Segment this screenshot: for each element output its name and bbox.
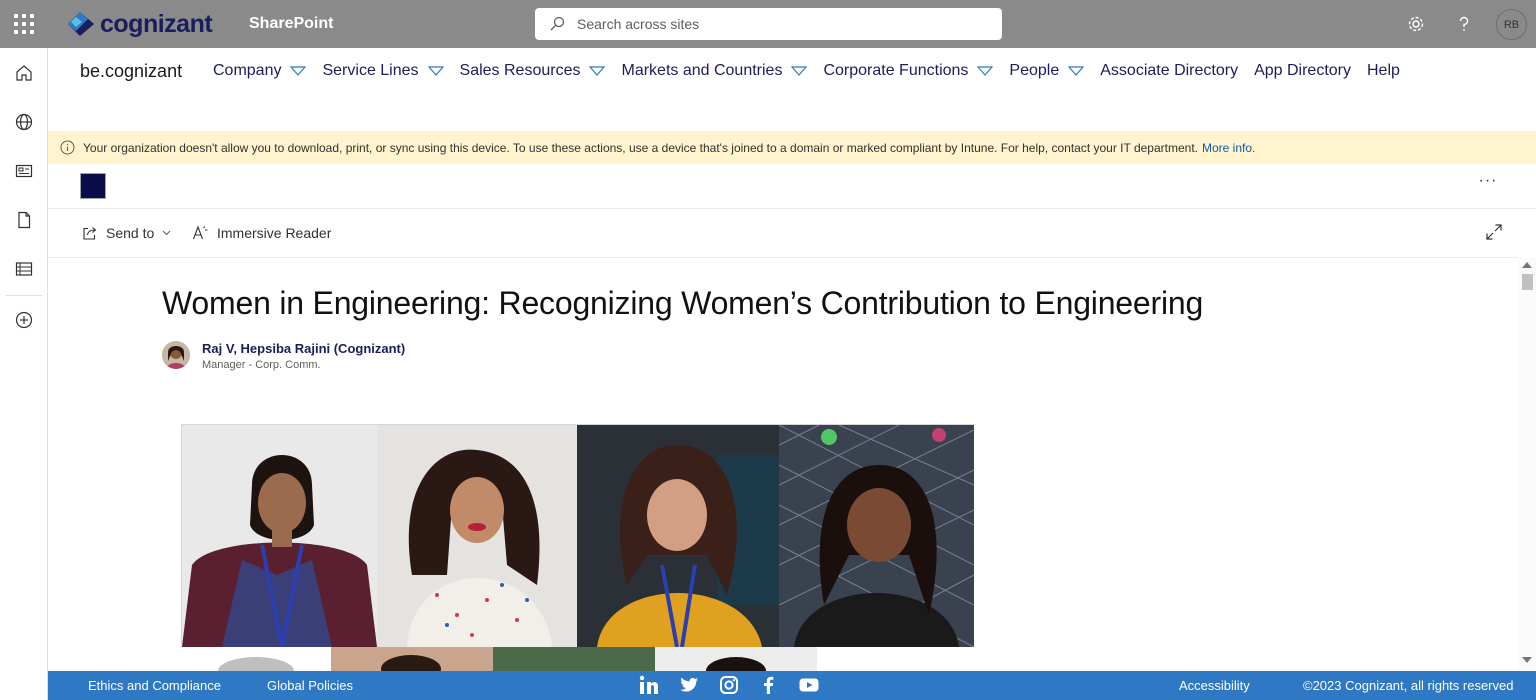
dropdown-triangle-icon[interactable] <box>977 66 994 76</box>
ethics-compliance-link[interactable]: Ethics and Compliance <box>88 678 221 693</box>
expand-icon[interactable] <box>1485 223 1503 241</box>
scroll-up-arrow[interactable] <box>1522 262 1532 268</box>
info-icon <box>60 140 75 155</box>
banner-message: Your organization doesn't allow you to d… <box>83 140 1198 155</box>
hub-nav-item-people[interactable]: People <box>1009 62 1085 80</box>
hub-nav-item-label: Corporate Functions <box>823 62 969 79</box>
hub-nav-item-help[interactable]: Help <box>1367 62 1400 80</box>
hub-nav-item-associate-directory[interactable]: Associate Directory <box>1100 62 1238 80</box>
accessibility-link[interactable]: Accessibility <box>1179 678 1250 693</box>
dropdown-triangle-icon[interactable] <box>290 66 307 76</box>
globe-icon[interactable] <box>12 110 36 134</box>
hub-nav-item-label: App Directory <box>1254 62 1351 79</box>
hub-nav-item-label: Sales Resources <box>459 62 581 79</box>
youtube-icon[interactable] <box>799 675 819 695</box>
article-hero-image-row-2 <box>181 647 974 671</box>
hub-nav-item-markets-and-countries[interactable]: Markets and Countries <box>621 62 808 80</box>
dropdown-triangle-icon[interactable] <box>1068 66 1085 76</box>
settings-gear-icon[interactable] <box>1404 12 1428 36</box>
copyright-text: ©2023 Cognizant, all rights reserved <box>1303 678 1514 693</box>
file-icon[interactable] <box>12 208 36 232</box>
portrait-photo-1 <box>182 425 377 647</box>
scroll-down-arrow[interactable] <box>1522 657 1532 663</box>
site-logo[interactable] <box>80 173 106 199</box>
app-launcher-icon[interactable] <box>14 14 34 34</box>
hub-nav-item-app-directory[interactable]: App Directory <box>1254 62 1351 80</box>
cognizant-logo[interactable]: cognizant <box>66 9 213 39</box>
global-policies-link[interactable]: Global Policies <box>267 678 353 693</box>
author-role: Manager - Corp. Comm. <box>202 359 321 371</box>
help-question-icon[interactable] <box>1452 12 1476 36</box>
author-avatar[interactable] <box>162 341 190 369</box>
device-policy-banner: Your organization doesn't allow you to d… <box>48 131 1536 164</box>
hub-nav-item-label: People <box>1009 62 1060 79</box>
search-icon <box>550 16 565 31</box>
instagram-icon[interactable] <box>719 675 739 695</box>
rail-divider <box>6 295 42 296</box>
article-title: Women in Engineering: Recognizing Women’… <box>162 285 1204 321</box>
hub-nav-item-company[interactable]: Company <box>213 62 307 80</box>
page-scrollbar[interactable] <box>1519 258 1536 670</box>
portrait-photo-2 <box>377 425 577 647</box>
add-create-icon[interactable] <box>12 308 36 332</box>
hub-nav-item-sales-resources[interactable]: Sales Resources <box>460 62 606 80</box>
logo-text: cognizant <box>100 9 213 38</box>
list-icon[interactable] <box>12 257 36 281</box>
dropdown-triangle-icon[interactable] <box>427 66 444 76</box>
dropdown-triangle-icon[interactable] <box>791 66 808 76</box>
portrait-photo-3 <box>577 425 779 647</box>
hub-nav-item-label: Company <box>213 62 282 79</box>
chevron-down-icon <box>162 230 171 236</box>
scroll-thumb[interactable] <box>1522 274 1533 290</box>
dropdown-triangle-icon[interactable] <box>589 66 606 76</box>
immersive-reader-label: Immersive Reader <box>217 225 332 241</box>
hub-nav-item-label: Help <box>1367 62 1400 79</box>
facebook-icon[interactable] <box>759 675 779 695</box>
send-to-label: Send to <box>106 225 155 241</box>
site-footer: Ethics and Compliance Global Policies Ac… <box>48 671 1536 700</box>
linkedin-icon[interactable] <box>639 675 659 695</box>
article-hero-image <box>181 424 974 647</box>
left-rail <box>0 48 48 700</box>
user-avatar[interactable]: RB <box>1496 9 1527 40</box>
suite-bar: cognizant SharePoint RB <box>0 0 1536 48</box>
hub-nav-item-label: Markets and Countries <box>621 62 783 79</box>
send-to-button[interactable]: Send to <box>82 222 171 244</box>
share-icon <box>83 227 97 240</box>
more-options-icon[interactable]: ··· <box>1478 172 1498 192</box>
search-input[interactable] <box>575 15 955 33</box>
author-name[interactable]: Raj V, Hepsiba Rajini (Cognizant) <box>202 341 405 356</box>
hub-nav-item-label: Associate Directory <box>1100 62 1239 79</box>
hub-site-title[interactable]: be.cognizant <box>80 61 182 82</box>
news-icon[interactable] <box>12 159 36 183</box>
hub-nav-menu: Company Service Lines Sales Resources Marke… <box>213 62 1416 80</box>
hub-nav-item-service-lines[interactable]: Service Lines <box>322 62 444 80</box>
app-name[interactable]: SharePoint <box>249 15 333 33</box>
immersive-reader-button[interactable]: Immersive Reader <box>192 222 331 244</box>
command-bar-divider <box>48 257 1518 258</box>
header-divider <box>48 208 1536 209</box>
hub-navigation: be.cognizant Company Service Lines Sales R… <box>48 48 1536 130</box>
immersive-reader-icon <box>192 225 208 240</box>
more-info-link[interactable]: More info. <box>1202 141 1255 155</box>
hub-nav-item-corporate-functions[interactable]: Corporate Functions <box>823 62 994 80</box>
home-icon[interactable] <box>12 61 36 85</box>
search-box[interactable] <box>535 8 1002 40</box>
twitter-icon[interactable] <box>679 675 699 695</box>
hub-nav-item-label: Service Lines <box>322 62 419 79</box>
portrait-photo-4 <box>779 425 974 647</box>
cognizant-logo-mark-icon <box>68 12 94 36</box>
